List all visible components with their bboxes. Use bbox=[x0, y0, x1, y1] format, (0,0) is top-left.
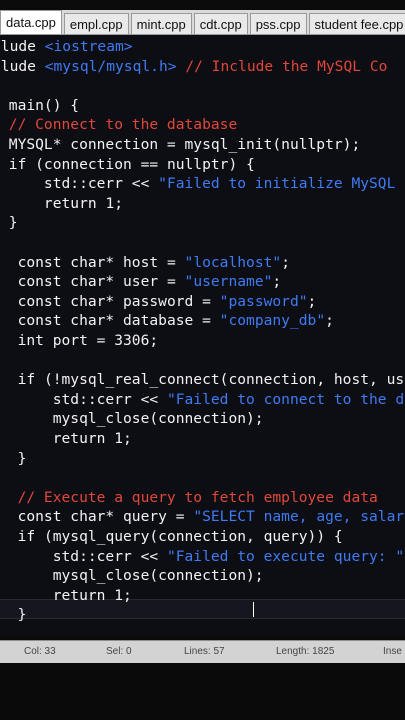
code-token: database = bbox=[114, 312, 220, 330]
code-line: mysql_close(connection); bbox=[0, 410, 264, 428]
code-line: mysql_close(connection); bbox=[0, 567, 264, 585]
tab-mint-cpp[interactable]: mint.cpp bbox=[130, 13, 192, 34]
code-token: } bbox=[0, 449, 27, 467]
code-token: "username" bbox=[184, 273, 273, 291]
tab-student-fee-cpp[interactable]: student fee.cpp bbox=[308, 13, 405, 34]
code-line: clude <iostream> bbox=[0, 38, 133, 56]
code-token: "password" bbox=[219, 292, 308, 310]
tab-empl-cpp[interactable]: empl.cpp bbox=[63, 13, 129, 34]
code-token: 1; bbox=[105, 430, 132, 447]
code-token: (connection == nullptr) { bbox=[26, 155, 255, 173]
status-length: Length: 1825 bbox=[276, 646, 335, 657]
code-token: const char* bbox=[0, 273, 115, 291]
code-line: const char* user = "username"; bbox=[0, 273, 282, 291]
code-token: if bbox=[0, 371, 36, 389]
code-token: mysql_close(connection); bbox=[0, 567, 264, 585]
code-token: password = bbox=[114, 292, 220, 310]
code-line: } bbox=[0, 606, 27, 624]
code-line: std::cerr << "Failed to connect to the d… bbox=[0, 391, 405, 409]
code-token: return bbox=[0, 586, 106, 604]
code-token: (mysql_query(connection, query)) { bbox=[35, 528, 343, 545]
code-token: <mysql/mysql.h> bbox=[44, 57, 177, 75]
code-token: clude bbox=[0, 38, 36, 55]
tab-cdt-cpp[interactable]: cdt.cpp bbox=[193, 13, 248, 34]
status-col: Col: 33 bbox=[24, 646, 56, 657]
code-token: // Include the MySQL Co bbox=[185, 57, 388, 75]
code-token: const char* bbox=[0, 312, 115, 330]
code-token: } bbox=[0, 606, 27, 624]
code-token: "localhost" bbox=[184, 253, 282, 271]
code-line: std::cerr << "Failed to execute query: "… bbox=[0, 548, 405, 566]
code-token: ; bbox=[325, 312, 334, 330]
code-token: ; bbox=[272, 273, 282, 291]
code-token: "Failed to connect to the da bbox=[166, 390, 405, 408]
code-token: "Failed to execute query: " bbox=[166, 547, 405, 565]
code-line: main() { bbox=[0, 97, 79, 115]
code-token: 1; bbox=[105, 586, 132, 604]
code-token: // Connect to the database bbox=[0, 116, 238, 134]
code-token: (!mysql_real_connect(connection, host, u… bbox=[35, 371, 405, 389]
code-token: host = bbox=[114, 253, 185, 271]
status-bar: Col: 33 Sel: 0 Lines: 57 Length: 1825 In… bbox=[0, 640, 405, 663]
code-token: const char* bbox=[0, 292, 115, 310]
code-line: const char* query = "SELECT name, age, s… bbox=[0, 508, 405, 526]
code-token: MYSQL* connection = mysql_init(nullptr); bbox=[0, 136, 361, 153]
code-token: 1; bbox=[96, 194, 124, 212]
code-line: return 1; bbox=[0, 430, 132, 448]
code-line: if (connection == nullptr) { bbox=[0, 156, 255, 174]
code-token: ; bbox=[307, 292, 317, 310]
code-token: user = bbox=[114, 273, 185, 291]
code-token: query = bbox=[114, 508, 194, 526]
code-token: const char* bbox=[0, 508, 115, 526]
code-token: main() { bbox=[0, 96, 80, 114]
tab-data-cpp[interactable]: data.cpp bbox=[0, 10, 62, 34]
code-token: } bbox=[0, 214, 18, 232]
code-line: const char* password = "password"; bbox=[0, 292, 317, 311]
code-token: <iostream> bbox=[44, 38, 133, 55]
code-token: std::cerr << bbox=[0, 547, 167, 565]
code-token: std::cerr << bbox=[0, 390, 167, 408]
screen-bezel bbox=[0, 663, 405, 720]
code-token: clude bbox=[0, 57, 36, 75]
code-token: std::cerr << bbox=[0, 175, 159, 193]
code-token: const char* bbox=[0, 253, 115, 271]
code-line: // Connect to the database bbox=[0, 116, 237, 134]
code-token: "Failed to initialize MySQL bbox=[158, 175, 396, 193]
tab-bar: data.cpp empl.cpp mint.cpp cdt.cpp pss.c… bbox=[0, 10, 405, 35]
code-token: ; bbox=[281, 253, 290, 271]
code-line: if (!mysql_real_connect(connection, host… bbox=[0, 371, 405, 389]
code-token: return bbox=[0, 430, 106, 447]
code-line: } bbox=[0, 449, 27, 468]
code-line: return 1; bbox=[0, 587, 132, 605]
code-line: clude <mysql/mysql.h> // Include the MyS… bbox=[0, 58, 387, 76]
code-line: const char* host = "localhost"; bbox=[0, 254, 290, 272]
code-line: MYSQL* connection = mysql_init(nullptr); bbox=[0, 136, 360, 154]
code-token: int bbox=[0, 332, 44, 349]
code-line: } bbox=[0, 214, 18, 232]
code-line: const char* database = "company_db"; bbox=[0, 312, 334, 330]
code-token: mysql_close(connection); bbox=[0, 410, 264, 428]
text-caret bbox=[253, 602, 254, 617]
code-token: port = 3306; bbox=[43, 332, 159, 349]
code-token: // Execute a query to fetch employee dat… bbox=[0, 488, 378, 506]
code-line: if (mysql_query(connection, query)) { bbox=[0, 528, 343, 546]
status-sel: Sel: 0 bbox=[106, 646, 132, 657]
status-mode: Inse bbox=[383, 646, 402, 657]
code-line: // Execute a query to fetch employee dat… bbox=[0, 489, 378, 507]
code-line: std::cerr << "Failed to initialize MySQL bbox=[0, 175, 395, 193]
code-token: if bbox=[0, 155, 27, 173]
code-token: "SELECT name, age, salary bbox=[193, 508, 405, 526]
screen: data.cpp empl.cpp mint.cpp cdt.cpp pss.c… bbox=[0, 0, 405, 720]
code-token: return bbox=[0, 194, 97, 212]
status-lines: Lines: 57 bbox=[184, 646, 225, 657]
code-token: if bbox=[0, 528, 36, 545]
code-line: int port = 3306; bbox=[0, 332, 159, 350]
code-line: return 1; bbox=[0, 195, 123, 213]
tab-pss-cpp[interactable]: pss.cpp bbox=[249, 13, 307, 34]
code-editor[interactable]: clude <iostream>clude <mysql/mysql.h> //… bbox=[0, 35, 405, 635]
code-token: "company_db" bbox=[219, 312, 326, 330]
